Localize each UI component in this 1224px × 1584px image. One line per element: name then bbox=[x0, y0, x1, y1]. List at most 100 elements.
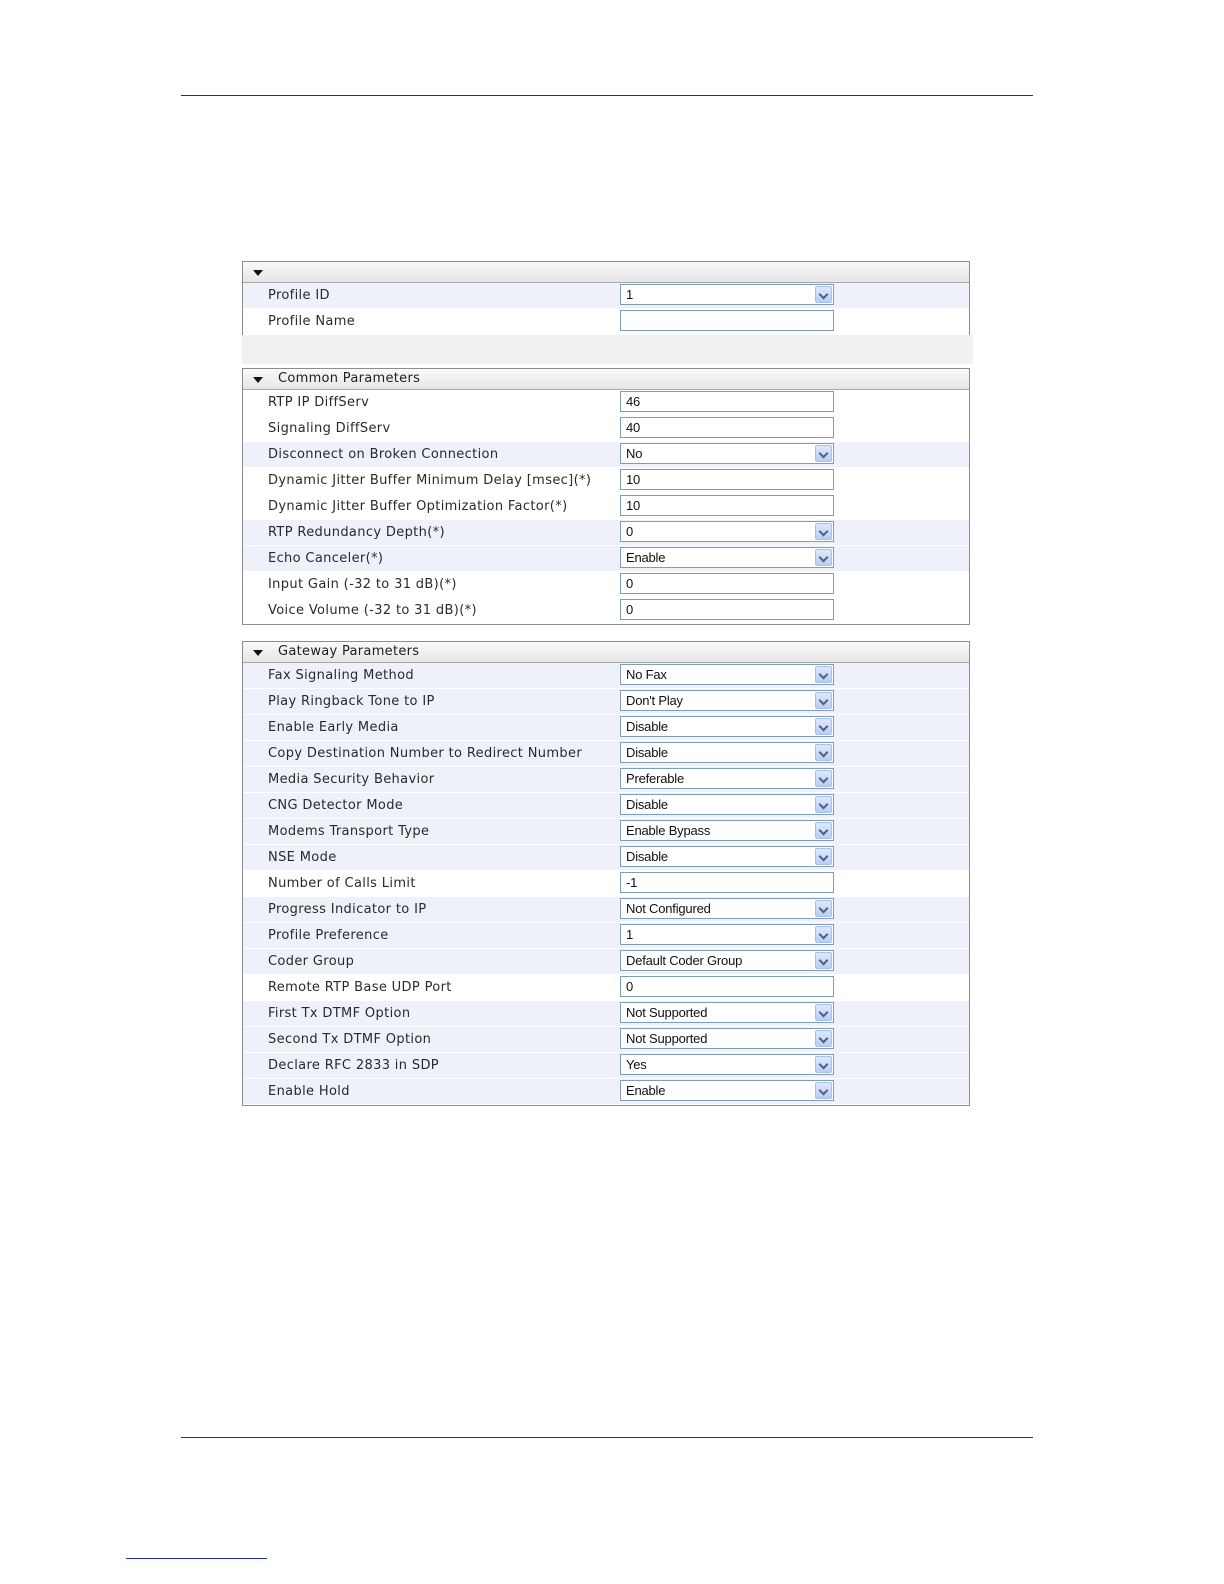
profile-section-header[interactable] bbox=[243, 262, 969, 283]
rtp-ip-diffserv-input[interactable]: 46 bbox=[620, 391, 834, 412]
dropdown-arrow-icon[interactable] bbox=[815, 744, 832, 761]
field-value: Preferable bbox=[626, 771, 684, 786]
dynamic-jitter-buffer-minimum-delay-msec-input[interactable]: 10 bbox=[620, 469, 834, 490]
dropdown-arrow-icon[interactable] bbox=[815, 523, 832, 540]
param-row-enable-hold: Enable Hold Enable bbox=[243, 1079, 969, 1105]
dropdown-arrow-icon[interactable] bbox=[815, 286, 832, 303]
profile-name-input[interactable] bbox=[620, 310, 834, 331]
dropdown-arrow-icon[interactable] bbox=[815, 900, 832, 917]
field-value: Not Supported bbox=[626, 1031, 708, 1046]
fax-signaling-method-select[interactable]: No Fax bbox=[620, 664, 834, 685]
enable-early-media-select[interactable]: Disable bbox=[620, 716, 834, 737]
dropdown-arrow-icon[interactable] bbox=[815, 796, 832, 813]
section-title: Gateway Parameters bbox=[278, 644, 420, 659]
coder-group-select[interactable]: Default Coder Group bbox=[620, 950, 834, 971]
footnote-rule bbox=[126, 1558, 267, 1559]
param-row-enable-early-media: Enable Early Media Disable bbox=[243, 715, 969, 741]
common-parameters-header[interactable]: Common Parameters bbox=[243, 369, 969, 390]
field-value: 10 bbox=[626, 498, 641, 513]
cng-detector-mode-select[interactable]: Disable bbox=[620, 794, 834, 815]
param-label: Echo Canceler(*) bbox=[268, 551, 384, 566]
param-row-input-gain-32-to-31-db: Input Gain (-32 to 31 dB)(*) 0 bbox=[243, 572, 969, 598]
dropdown-arrow-icon[interactable] bbox=[815, 549, 832, 566]
param-label: Declare RFC 2833 in SDP bbox=[268, 1058, 439, 1073]
param-row-play-ringback-tone-to-ip: Play Ringback Tone to IP Don't Play bbox=[243, 689, 969, 715]
modems-transport-type-select[interactable]: Enable Bypass bbox=[620, 820, 834, 841]
param-label: Number of Calls Limit bbox=[268, 876, 416, 891]
field-value: Disable bbox=[626, 849, 668, 864]
number-of-calls-limit-input[interactable]: -1 bbox=[620, 872, 834, 893]
param-row-copy-destination-number-to-redirect-number: Copy Destination Number to Redirect Numb… bbox=[243, 741, 969, 767]
play-ringback-tone-to-ip-select[interactable]: Don't Play bbox=[620, 690, 834, 711]
field-value: -1 bbox=[626, 875, 638, 890]
param-row-profile-name: Profile Name bbox=[243, 309, 969, 335]
field-value: 46 bbox=[626, 394, 641, 409]
collapse-triangle-icon[interactable] bbox=[253, 270, 263, 276]
remote-rtp-base-udp-port-input[interactable]: 0 bbox=[620, 976, 834, 997]
first-tx-dtmf-option-select[interactable]: Not Supported bbox=[620, 1002, 834, 1023]
param-row-profile-preference: Profile Preference 1 bbox=[243, 923, 969, 949]
header-rule bbox=[181, 95, 1033, 96]
dropdown-arrow-icon[interactable] bbox=[815, 770, 832, 787]
dropdown-arrow-icon[interactable] bbox=[815, 822, 832, 839]
section-title: Common Parameters bbox=[278, 371, 421, 386]
echo-canceler-select[interactable]: Enable bbox=[620, 547, 834, 568]
profile-preference-select[interactable]: 1 bbox=[620, 924, 834, 945]
rtp-redundancy-depth-select[interactable]: 0 bbox=[620, 521, 834, 542]
dropdown-arrow-icon[interactable] bbox=[815, 952, 832, 969]
dropdown-arrow-icon[interactable] bbox=[815, 692, 832, 709]
gateway-parameters-header[interactable]: Gateway Parameters bbox=[243, 642, 969, 663]
field-value: Not Configured bbox=[626, 901, 711, 916]
field-value: 0 bbox=[626, 979, 634, 994]
param-label: Copy Destination Number to Redirect Numb… bbox=[268, 746, 583, 761]
section-spacer bbox=[242, 335, 973, 364]
signaling-diffserv-input[interactable]: 40 bbox=[620, 417, 834, 438]
profile-section: Profile ID 1 Profile Name bbox=[242, 261, 970, 336]
param-label: First Tx DTMF Option bbox=[268, 1006, 411, 1021]
param-label: Profile ID bbox=[268, 288, 330, 303]
profile-id-select[interactable]: 1 bbox=[620, 284, 834, 305]
param-label: RTP IP DiffServ bbox=[268, 395, 370, 410]
dropdown-arrow-icon[interactable] bbox=[815, 1056, 832, 1073]
dropdown-arrow-icon[interactable] bbox=[815, 1030, 832, 1047]
field-value: Yes bbox=[626, 1057, 647, 1072]
dropdown-arrow-icon[interactable] bbox=[815, 1004, 832, 1021]
field-value: 0 bbox=[626, 602, 634, 617]
nse-mode-select[interactable]: Disable bbox=[620, 846, 834, 867]
disconnect-on-broken-connection-select[interactable]: No bbox=[620, 443, 834, 464]
enable-hold-select[interactable]: Enable bbox=[620, 1080, 834, 1101]
copy-destination-number-to-redirect-number-select[interactable]: Disable bbox=[620, 742, 834, 763]
param-row-dynamic-jitter-buffer-minimum-delay-msec: Dynamic Jitter Buffer Minimum Delay [mse… bbox=[243, 468, 969, 494]
dropdown-arrow-icon[interactable] bbox=[815, 926, 832, 943]
field-value: Enable bbox=[626, 550, 666, 565]
param-label: Modems Transport Type bbox=[268, 824, 430, 839]
param-label: Profile Preference bbox=[268, 928, 389, 943]
declare-rfc-2833-in-sdp-select[interactable]: Yes bbox=[620, 1054, 834, 1075]
param-label: Fax Signaling Method bbox=[268, 668, 415, 683]
dropdown-arrow-icon[interactable] bbox=[815, 445, 832, 462]
param-label: Coder Group bbox=[268, 954, 355, 969]
dropdown-arrow-icon[interactable] bbox=[815, 848, 832, 865]
param-row-nse-mode: NSE Mode Disable bbox=[243, 845, 969, 871]
dropdown-arrow-icon[interactable] bbox=[815, 666, 832, 683]
gateway-parameters-section: Gateway Parameters Fax Signaling Method N… bbox=[242, 641, 970, 1106]
param-label: Dynamic Jitter Buffer Minimum Delay [mse… bbox=[268, 473, 592, 488]
input-gain-32-to-31-db-input[interactable]: 0 bbox=[620, 573, 834, 594]
common-parameters-section: Common Parameters RTP IP DiffServ 46 Signa… bbox=[242, 368, 970, 625]
media-security-behavior-select[interactable]: Preferable bbox=[620, 768, 834, 789]
progress-indicator-to-ip-select[interactable]: Not Configured bbox=[620, 898, 834, 919]
dropdown-arrow-icon[interactable] bbox=[815, 1082, 832, 1099]
dropdown-arrow-icon[interactable] bbox=[815, 718, 832, 735]
footer-rule bbox=[181, 1437, 1033, 1438]
voice-volume-32-to-31-db-input[interactable]: 0 bbox=[620, 599, 834, 620]
param-row-rtp-ip-diffserv: RTP IP DiffServ 46 bbox=[243, 390, 969, 416]
field-value: Not Supported bbox=[626, 1005, 708, 1020]
param-label: Enable Hold bbox=[268, 1084, 350, 1099]
collapse-triangle-icon[interactable] bbox=[253, 377, 263, 383]
field-value: Disable bbox=[626, 797, 668, 812]
collapse-triangle-icon[interactable] bbox=[253, 650, 263, 656]
param-row-disconnect-on-broken-connection: Disconnect on Broken Connection No bbox=[243, 442, 969, 468]
field-value: 40 bbox=[626, 420, 641, 435]
dynamic-jitter-buffer-optimization-factor-input[interactable]: 10 bbox=[620, 495, 834, 516]
second-tx-dtmf-option-select[interactable]: Not Supported bbox=[620, 1028, 834, 1049]
